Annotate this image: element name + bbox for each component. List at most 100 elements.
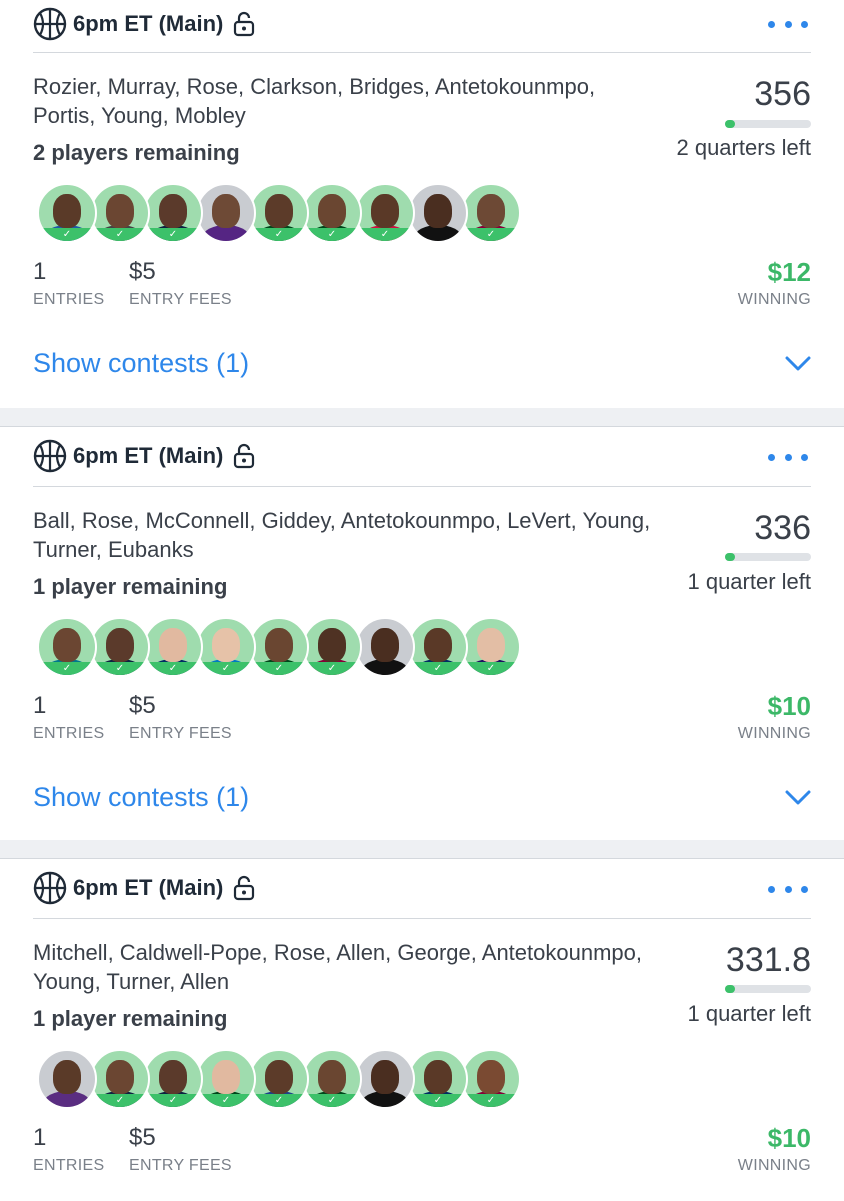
slate-title: 6pm ET (Main) (73, 11, 224, 36)
player-avatar: ✓ (461, 617, 521, 677)
lineup-players: Ball, Rose, McConnell, Giddey, Antetokou… (33, 508, 651, 562)
checkmark-icon: ✓ (92, 1094, 148, 1107)
progress-bar (725, 553, 811, 561)
checkmark-icon: ✓ (410, 1094, 466, 1107)
progress-bar (725, 120, 811, 128)
lineup-card-2[interactable]: 6pm ET (Main) Ball, Rose, McConnell, Gid… (0, 426, 844, 841)
player-avatar: ✓ (302, 1049, 362, 1109)
time-left: 2 quarters left (676, 135, 811, 160)
checkmark-icon: ✓ (251, 1094, 307, 1107)
checkmark-icon: ✓ (304, 662, 360, 675)
player-avatar (37, 1049, 97, 1109)
player-avatars: ✓ ✓ ✓ ✓ ✓ ✓ ✓ (37, 183, 521, 243)
winning-amount: $10 (767, 691, 811, 721)
entry-fee-label: ENTRY FEES (129, 1157, 232, 1174)
player-avatar: ✓ (143, 183, 203, 243)
more-options-button[interactable] (768, 445, 808, 469)
player-avatar: ✓ (143, 1049, 203, 1109)
slate-title: 6pm ET (Main) (73, 443, 224, 468)
player-avatar: ✓ (90, 1049, 150, 1109)
chevron-down-icon[interactable] (785, 790, 811, 806)
player-avatar: ✓ (302, 183, 362, 243)
more-options-button[interactable] (768, 877, 808, 901)
basketball-icon (33, 439, 67, 473)
checkmark-icon: ✓ (463, 662, 519, 675)
player-avatar: ✓ (408, 1049, 468, 1109)
unlock-icon (234, 875, 255, 901)
checkmark-icon: ✓ (145, 228, 201, 241)
winning-label: WINNING (737, 1157, 811, 1174)
card-header: 6pm ET (Main) (33, 0, 255, 49)
entries-count: 1 (33, 258, 47, 285)
winning-amount: $12 (767, 257, 811, 287)
player-avatar: ✓ (249, 617, 309, 677)
checkmark-icon: ✓ (357, 228, 413, 241)
player-avatars: ✓ ✓ ✓ ✓ ✓ ✓ ✓ ✓ (37, 617, 521, 677)
checkmark-icon: ✓ (463, 1094, 519, 1107)
show-contests-link[interactable]: Show contests (1) (33, 782, 249, 813)
chevron-down-icon[interactable] (785, 356, 811, 372)
entry-fee: $5 (129, 692, 156, 719)
card-header: 6pm ET (Main) (33, 863, 255, 913)
player-avatar (355, 1049, 415, 1109)
checkmark-icon: ✓ (251, 228, 307, 241)
checkmark-icon: ✓ (145, 662, 201, 675)
winning-label: WINNING (737, 291, 811, 308)
player-avatar (355, 617, 415, 677)
player-avatar: ✓ (37, 617, 97, 677)
more-options-button[interactable] (768, 12, 808, 36)
player-avatar (408, 183, 468, 243)
checkmark-icon: ✓ (39, 228, 95, 241)
player-avatar: ✓ (461, 1049, 521, 1109)
checkmark-icon: ✓ (145, 1094, 201, 1107)
time-left: 1 quarter left (687, 1001, 811, 1026)
checkmark-icon: ✓ (92, 228, 148, 241)
time-left: 1 quarter left (687, 569, 811, 594)
player-avatar: ✓ (355, 183, 415, 243)
players-remaining: 1 player remaining (33, 1006, 228, 1031)
player-avatar: ✓ (90, 617, 150, 677)
divider (33, 52, 811, 53)
entry-fee: $5 (129, 1124, 156, 1151)
entry-fee: $5 (129, 258, 156, 285)
card-header: 6pm ET (Main) (33, 431, 255, 481)
entries-count: 1 (33, 692, 47, 719)
divider (33, 486, 811, 487)
lineup-players: Rozier, Murray, Rose, Clarkson, Bridges,… (33, 74, 596, 128)
player-avatar: ✓ (302, 617, 362, 677)
player-avatar: ✓ (408, 617, 468, 677)
player-avatar: ✓ (90, 183, 150, 243)
players-remaining: 2 players remaining (33, 140, 240, 165)
card-separator (0, 840, 844, 858)
player-avatar (196, 183, 256, 243)
lineup-card-1[interactable]: 6pm ET (Main) Rozier, Murray, Rose, Clar… (0, 0, 844, 408)
unlock-icon (234, 443, 255, 469)
checkmark-icon: ✓ (304, 1094, 360, 1107)
entries-label: ENTRIES (33, 725, 105, 742)
checkmark-icon: ✓ (251, 662, 307, 675)
checkmark-icon: ✓ (410, 662, 466, 675)
entry-fee-label: ENTRY FEES (129, 291, 232, 308)
player-avatar: ✓ (461, 183, 521, 243)
entry-fee-label: ENTRY FEES (129, 725, 232, 742)
player-avatar: ✓ (196, 617, 256, 677)
show-contests-link[interactable]: Show contests (1) (33, 348, 249, 379)
checkmark-icon: ✓ (304, 228, 360, 241)
basketball-icon (33, 871, 67, 905)
checkmark-icon: ✓ (198, 1094, 254, 1107)
player-avatar: ✓ (37, 183, 97, 243)
unlock-icon (234, 11, 255, 37)
player-avatar: ✓ (143, 617, 203, 677)
lineup-score: 356 (754, 75, 811, 113)
checkmark-icon: ✓ (92, 662, 148, 675)
entries-label: ENTRIES (33, 291, 105, 308)
divider (33, 918, 811, 919)
lineup-score: 331.8 (725, 941, 811, 979)
checkmark-icon: ✓ (39, 662, 95, 675)
player-avatar: ✓ (196, 1049, 256, 1109)
basketball-icon (33, 7, 67, 41)
winning-amount: $10 (767, 1123, 811, 1153)
lineup-card-3[interactable]: 6pm ET (Main) Mitchell, Caldwell-Pope, R… (0, 858, 844, 1201)
checkmark-icon: ✓ (198, 662, 254, 675)
lineup-score: 336 (754, 509, 811, 547)
